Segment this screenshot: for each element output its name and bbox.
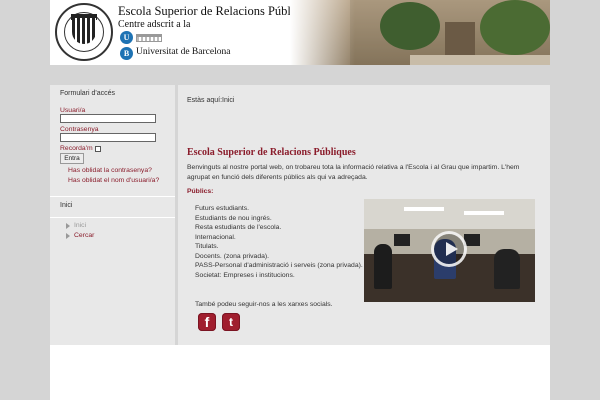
intro-text: Benvinguts al nostre portal web, on trob… xyxy=(187,164,520,181)
list-item[interactable]: Futurs estudiants. xyxy=(195,204,363,214)
sidebar: Formulari d'accés Usuari/a Contrasenya R… xyxy=(50,85,175,345)
forgot-password-link[interactable]: Has oblidat la contrasenya? xyxy=(68,167,165,174)
menu-title: Inici xyxy=(60,202,73,209)
footer xyxy=(50,345,550,400)
list-item[interactable]: Titulats. xyxy=(195,242,363,252)
video-ceiling xyxy=(364,199,535,229)
forgot-username-link[interactable]: Has oblidat el nom d'usuari/a? xyxy=(68,177,165,184)
ub-building-icon xyxy=(136,34,162,42)
login-form-title: Formulari d'accés xyxy=(60,90,116,97)
page-title: Escola Superior de Relacions Públiques xyxy=(187,147,356,158)
social-text: També podeu seguir-nos a les xarxes soci… xyxy=(195,301,333,308)
school-logo[interactable] xyxy=(55,3,113,61)
logo-shield xyxy=(72,18,96,44)
arrow-right-icon xyxy=(66,232,70,239)
video-person xyxy=(374,244,392,289)
list-item[interactable]: Resta estudiants de l'escola. xyxy=(195,223,363,233)
password-field[interactable] xyxy=(60,133,156,142)
publics-heading: Públics: xyxy=(187,188,214,195)
centre-line: Centre adscrit a la xyxy=(118,19,191,30)
video-person xyxy=(494,249,520,289)
menu-divider xyxy=(50,217,175,218)
university-name[interactable]: Universitat de Barcelona xyxy=(136,47,230,57)
menu-item-label: Cercar xyxy=(74,232,95,239)
twitter-icon[interactable]: t xyxy=(222,313,240,331)
photo-tree xyxy=(480,0,550,55)
list-item[interactable]: Docents. (zona privada). xyxy=(195,252,363,262)
menu-item-cercar[interactable]: Cercar xyxy=(66,232,165,239)
breadcrumb: Estàs aquí:Inici xyxy=(187,97,235,104)
video-light xyxy=(404,207,444,211)
publics-list: Futurs estudiants. Estudiants de nou ing… xyxy=(195,204,363,280)
remember-checkbox[interactable] xyxy=(94,145,101,152)
arrow-right-icon xyxy=(66,222,70,229)
ub-b-badge: B xyxy=(120,47,133,60)
school-title: Escola Superior de Relacions Públiques xyxy=(118,4,318,18)
video-monitor xyxy=(394,234,410,246)
main-content: Estàs aquí:Inici Escola Superior de Rela… xyxy=(178,85,550,345)
username-label: Usuari/a xyxy=(60,107,86,114)
site-header: Escola Superior de Relacions Públiques C… xyxy=(50,0,550,65)
username-field[interactable] xyxy=(60,114,156,123)
video-light xyxy=(464,211,504,215)
menu-item-inici[interactable]: Inici xyxy=(66,222,165,229)
main-menu: Inici Inici Cercar xyxy=(50,197,175,247)
play-icon[interactable] xyxy=(431,231,467,267)
list-item[interactable]: Societat: Empreses i institucions. xyxy=(195,271,363,281)
login-form: Formulari d'accés Usuari/a Contrasenya R… xyxy=(50,85,175,197)
password-label: Contrasenya xyxy=(60,126,99,133)
login-button[interactable]: Entra xyxy=(60,153,84,164)
menu-item-label: Inici xyxy=(74,222,87,229)
ub-u-badge: U xyxy=(120,31,133,44)
photo-tree xyxy=(380,2,440,50)
facebook-icon[interactable]: f xyxy=(198,313,216,331)
header-photo xyxy=(290,0,550,65)
photo-path xyxy=(410,55,550,65)
list-item[interactable]: Estudiants de nou ingrés. xyxy=(195,214,363,224)
list-item[interactable]: Internacional. xyxy=(195,233,363,243)
remember-label: Recorda'm xyxy=(60,145,93,152)
video-player[interactable] xyxy=(364,199,535,302)
list-item[interactable]: PASS-Personal d'administració i serveis … xyxy=(195,261,363,271)
remember-row: Recorda'm xyxy=(60,145,165,152)
